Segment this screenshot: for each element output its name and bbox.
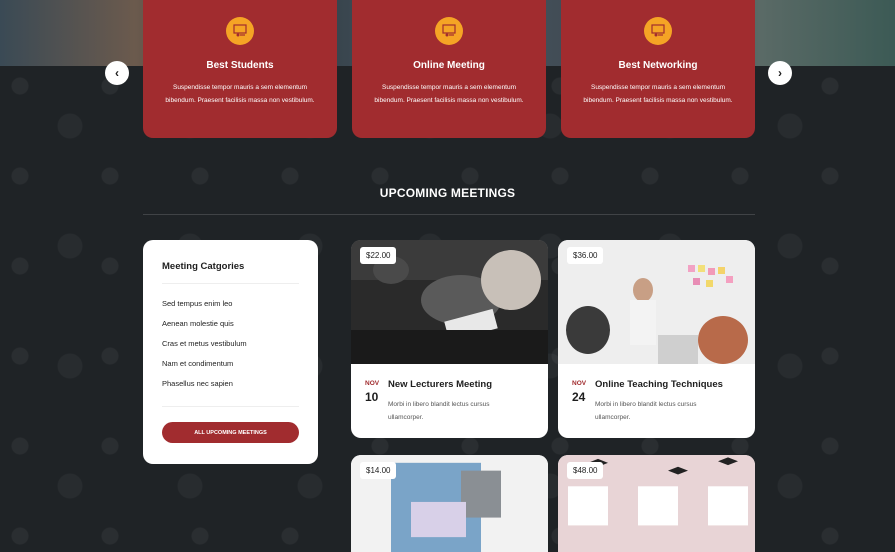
divider: [162, 283, 299, 284]
service-card-best-students: Best Students Suspendisse tempor mauris …: [143, 0, 337, 138]
teacher-board-icon: [435, 17, 463, 45]
section-divider: [143, 214, 755, 215]
all-upcoming-meetings-button[interactable]: ALL UPCOMING MEETINGS: [162, 422, 299, 443]
section-title: UPCOMING MEETINGS: [379, 186, 516, 200]
service-title: Best Students: [206, 60, 274, 71]
category-link[interactable]: Cras et metus vestibulum: [162, 339, 247, 359]
meeting-categories-card: Meeting Catgories Sed tempus enim leo Ae…: [143, 240, 318, 464]
category-link[interactable]: Sed tempus enim leo: [162, 299, 247, 319]
date-month: NOV: [365, 380, 380, 387]
price-badge: $36.00: [567, 247, 604, 264]
categories-title: Meeting Catgories: [162, 261, 245, 272]
category-link[interactable]: Phasellus nec sapien: [162, 379, 247, 399]
service-card-best-networking: Best Networking Suspendisse tempor mauri…: [561, 0, 755, 138]
chevron-left-icon: ‹: [115, 66, 119, 80]
price-badge: $48.00: [567, 462, 604, 479]
category-link[interactable]: Nam et condimentum: [162, 359, 247, 379]
category-link[interactable]: Aenean molestie quis: [162, 319, 247, 339]
service-card-online-meeting: Online Meeting Suspendisse tempor mauris…: [352, 0, 546, 138]
date-day: 24: [572, 390, 586, 404]
date-day: 10: [365, 390, 379, 404]
chevron-right-icon: ›: [778, 66, 782, 80]
meeting-title[interactable]: New Lecturers Meeting: [388, 379, 492, 390]
categories-list: Sed tempus enim leo Aenean molestie quis…: [162, 299, 247, 399]
divider: [162, 406, 299, 407]
service-text: Suspendisse tempor mauris a sem elementu…: [374, 84, 524, 104]
teacher-board-icon: [226, 17, 254, 45]
meeting-description: Morbi in libero blandit lectus cursus ul…: [595, 401, 697, 421]
meeting-card[interactable]: $48.00: [558, 455, 755, 552]
carousel-next-button[interactable]: ›: [768, 61, 792, 85]
meeting-card[interactable]: $22.00 NOV 10 New Lecturers Meeting Morb…: [351, 240, 548, 438]
price-badge: $22.00: [360, 247, 397, 264]
meeting-description: Morbi in libero blandit lectus cursus ul…: [388, 401, 490, 421]
meeting-card[interactable]: $14.00: [351, 455, 548, 552]
price-badge: $14.00: [360, 462, 397, 479]
service-title: Best Networking: [618, 60, 698, 71]
service-title: Online Meeting: [413, 60, 485, 71]
carousel-prev-button[interactable]: ‹: [105, 61, 129, 85]
meeting-title[interactable]: Online Teaching Techniques: [595, 379, 723, 390]
service-text: Suspendisse tempor mauris a sem elementu…: [583, 84, 733, 104]
teacher-board-icon: [644, 17, 672, 45]
meeting-card[interactable]: $36.00 NOV 24 Online Teaching Techniques…: [558, 240, 755, 438]
date-month: NOV: [572, 380, 587, 387]
service-text: Suspendisse tempor mauris a sem elementu…: [165, 84, 315, 104]
